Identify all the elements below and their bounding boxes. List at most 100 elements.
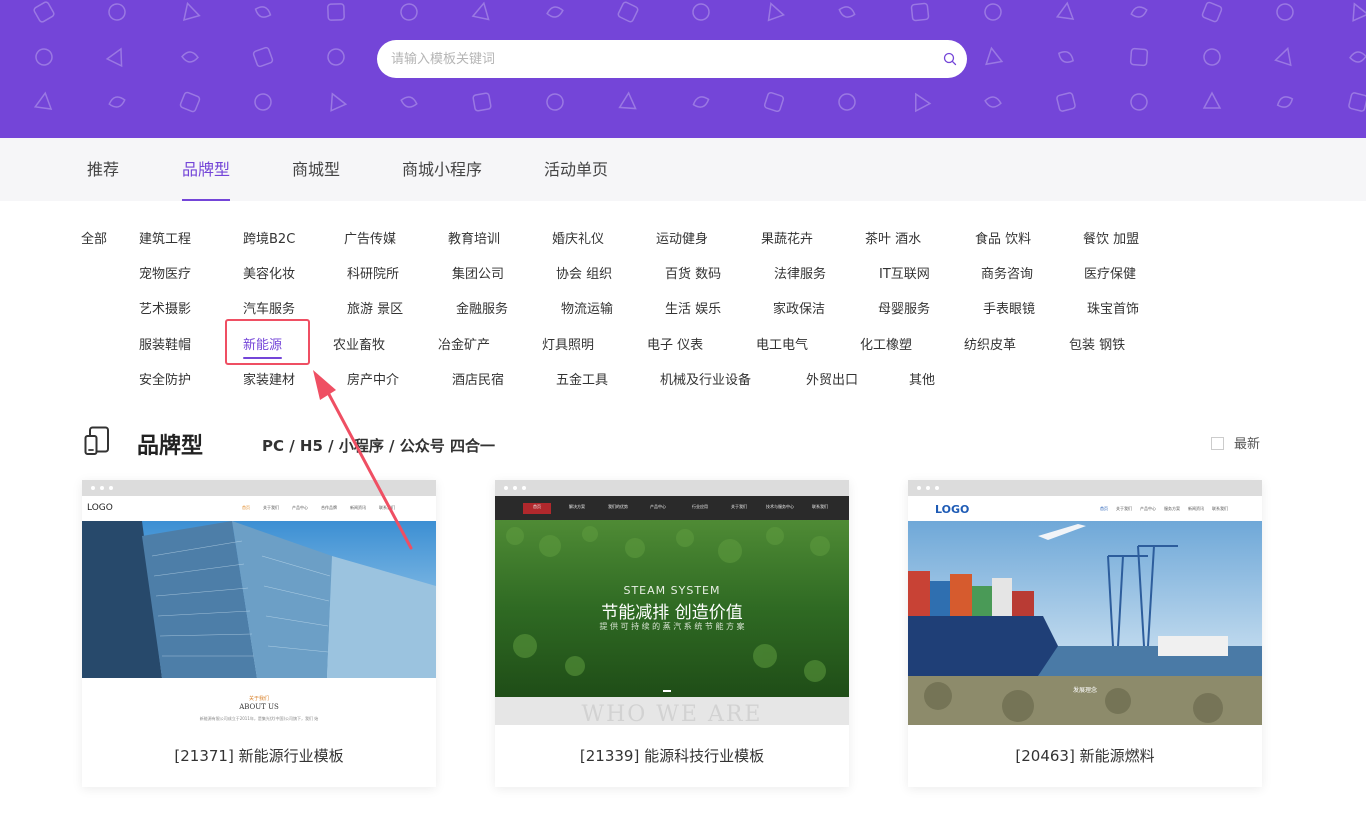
tab-mall[interactable]: 商城型	[292, 138, 340, 201]
section-title: 品牌型	[137, 434, 204, 459]
category-item[interactable]: 五金工具	[556, 369, 608, 388]
banner-pattern-icon	[179, 91, 201, 113]
category-item[interactable]: 集团公司	[452, 263, 504, 282]
category-item[interactable]: 广告传媒	[344, 228, 396, 247]
category-item[interactable]: 建筑工程	[139, 228, 191, 247]
category-item[interactable]: 科研院所	[347, 263, 399, 282]
banner-pattern-icon	[330, 92, 348, 112]
category-item[interactable]: 生活 娱乐	[665, 298, 721, 317]
category-item[interactable]: 教育培训	[448, 228, 500, 247]
banner-pattern-icon	[105, 47, 123, 68]
category-item[interactable]: 家装建材	[243, 369, 295, 388]
preview-nav-item: 产品中心	[292, 505, 308, 510]
category-item[interactable]: 艺术摄影	[139, 298, 191, 317]
category-item[interactable]: 冶金矿产	[438, 334, 490, 353]
banner-pattern-icon	[984, 3, 1002, 21]
category-item[interactable]: 法律服务	[774, 263, 826, 282]
checkbox-icon[interactable]	[1211, 437, 1224, 450]
category-item[interactable]: 协会 组织	[556, 263, 612, 282]
banner-pattern-icon	[984, 96, 1002, 108]
category-item[interactable]: 珠宝首饰	[1087, 298, 1139, 317]
banner-pattern-icon	[472, 92, 492, 112]
category-item[interactable]: 物流运输	[561, 298, 613, 317]
category-item[interactable]: IT互联网	[879, 263, 930, 282]
browser-bar	[82, 480, 436, 496]
category-item[interactable]: 茶叶 酒水	[865, 228, 921, 247]
category-item[interactable]: 家政保洁	[773, 298, 825, 317]
category-item[interactable]: 房产中介	[347, 369, 399, 388]
banner-pattern-icon	[471, 1, 490, 21]
category-item[interactable]: 餐饮 加盟	[1083, 228, 1139, 247]
search-icon[interactable]	[943, 52, 957, 66]
tab-mall-miniprogram[interactable]: 商城小程序	[402, 138, 482, 201]
template-preview: LOGO 首页 关于我们 产品中心 服务方案 新闻资讯 联系我们 发展理念	[908, 496, 1262, 725]
banner-pattern-icon	[108, 3, 126, 21]
category-item[interactable]: 旅游 景区	[347, 298, 403, 317]
template-card[interactable]: LOGO 首页 关于我们 产品中心 合作品牌 新闻资讯 联系我们 关于我们 AB…	[82, 480, 436, 787]
latest-checkbox[interactable]: 最新	[1211, 433, 1260, 452]
section-subtitle: PC / H5 / 小程序 / 公众号 四合一	[262, 437, 495, 455]
category-item[interactable]: 灯具照明	[542, 334, 594, 353]
category-item[interactable]: 美容化妆	[243, 263, 295, 282]
banner-pattern-icon	[1349, 51, 1366, 63]
preview-nav-item: 解决方案	[569, 504, 585, 509]
category-all[interactable]: 全部	[81, 228, 107, 247]
category-item[interactable]: 安全防护	[139, 369, 191, 388]
category-item[interactable]: 婚庆礼仪	[552, 228, 604, 247]
preview-nav-item: 新闻资讯	[1188, 506, 1204, 511]
preview-nav-item: 联系我们	[812, 504, 828, 509]
category-item[interactable]: 商务咨询	[981, 263, 1033, 282]
category-item[interactable]: 电子 仪表	[647, 334, 703, 353]
banner-pattern-icon	[1276, 96, 1294, 108]
preview-nav-item: 首页	[242, 505, 250, 510]
category-item[interactable]: 服装鞋帽	[139, 334, 191, 353]
browser-bar	[908, 480, 1262, 496]
category-item[interactable]: 食品 饮料	[975, 228, 1031, 247]
banner-pattern-icon	[546, 6, 564, 18]
preview-nav-item: 首页	[1100, 506, 1108, 511]
category-item[interactable]: 医疗保健	[1084, 263, 1136, 282]
category-item[interactable]: 化工橡塑	[860, 334, 912, 353]
category-item[interactable]: 汽车服务	[243, 298, 295, 317]
annotation-highlight-box	[225, 319, 310, 365]
category-item[interactable]: 酒店民宿	[452, 369, 504, 388]
category-item[interactable]: 纺织皮革	[964, 334, 1016, 353]
banner-pattern-icon	[1058, 51, 1074, 63]
category-item[interactable]: 百货 数码	[665, 263, 721, 282]
category-item[interactable]: 母婴服务	[878, 298, 930, 317]
category-item[interactable]: 手表眼镜	[983, 298, 1035, 317]
search-box[interactable]	[377, 40, 967, 78]
card-caption[interactable]: [20463] 新能源燃料	[908, 725, 1262, 787]
card-caption[interactable]: [21371] 新能源行业模板	[82, 725, 436, 787]
preview-nav-item: 联系我们	[379, 505, 395, 510]
banner-pattern-icon	[1055, 1, 1075, 20]
banner-pattern-icon	[327, 48, 345, 66]
category-item[interactable]: 机械及行业设备	[660, 369, 751, 388]
preview-hero-sub: 提 供 可 持 续 的 蒸 汽 系 统 节 能 方 案	[599, 622, 745, 631]
category-item[interactable]: 果蔬花卉	[761, 228, 813, 247]
category-item[interactable]: 宠物医疗	[139, 263, 191, 282]
category-item[interactable]: 外贸出口	[806, 369, 858, 388]
banner-pattern-icon	[1056, 92, 1076, 112]
category-item[interactable]: 金融服务	[456, 298, 508, 317]
banner-pattern-icon	[617, 1, 639, 23]
category-item[interactable]: 农业畜牧	[333, 334, 385, 353]
tab-recommend[interactable]: 推荐	[87, 138, 119, 201]
tab-brand[interactable]: 品牌型	[182, 138, 231, 201]
template-card[interactable]: LOGO 首页 关于我们 产品中心 服务方案 新闻资讯 联系我们 发展理念 [2…	[908, 480, 1262, 787]
template-card[interactable]: 首页 解决方案 我们的优势 产品中心 行业应用 关于我们 技术与服务中心 联系我…	[495, 480, 849, 787]
banner-pattern-icon	[182, 1, 201, 22]
category-item[interactable]: 跨境B2C	[243, 228, 295, 247]
preview-nav: 首页 关于我们 产品中心 合作品牌 新闻资讯 联系我们	[242, 505, 395, 511]
category-item[interactable]: 包装 钢铁	[1069, 334, 1125, 353]
category-item[interactable]: 运动健身	[656, 228, 708, 247]
banner-pattern-icon	[1201, 1, 1223, 23]
tab-event-page[interactable]: 活动单页	[544, 138, 608, 201]
search-input[interactable]	[391, 40, 931, 78]
category-item[interactable]: 其他	[909, 369, 935, 388]
banner-pattern-icon	[108, 96, 126, 108]
banner-pattern-icon	[692, 96, 710, 108]
banner-pattern-icon	[546, 93, 564, 111]
category-item[interactable]: 电工电气	[756, 334, 808, 353]
card-caption[interactable]: [21339] 能源科技行业模板	[495, 725, 849, 787]
